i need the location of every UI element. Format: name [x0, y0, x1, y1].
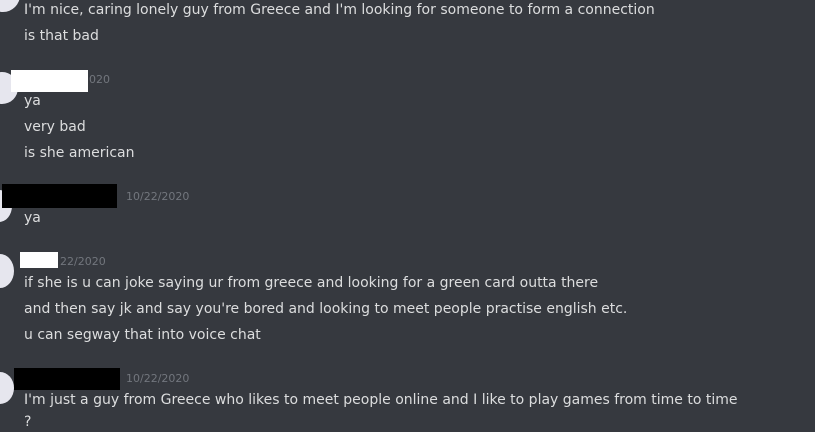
avatar[interactable]: [0, 372, 14, 404]
redacted-username: [2, 184, 117, 208]
message-line: very bad: [24, 119, 86, 135]
avatar[interactable]: [0, 0, 20, 12]
message-line: u can segway that into voice chat: [24, 327, 261, 343]
redacted-username: [14, 368, 120, 390]
message-timestamp: 10/22/2020: [126, 190, 190, 203]
message-timestamp: 10/22/2020: [126, 372, 190, 385]
redacted-username: [20, 252, 58, 268]
message-line: ya: [24, 210, 41, 226]
message-line: and then say jk and say you're bored and…: [24, 301, 628, 317]
message-line: if she is u can joke saying ur from gree…: [24, 275, 599, 291]
message-line: is she american: [24, 145, 135, 161]
message-timestamp: 020: [89, 73, 110, 86]
message-line: is that bad: [24, 28, 99, 44]
message-timestamp: 22/2020: [60, 255, 106, 268]
message-line: ya: [24, 93, 41, 109]
message-line: I'm just a guy from Greece who likes to …: [24, 392, 738, 408]
redacted-username: [11, 70, 88, 92]
avatar[interactable]: [0, 254, 14, 288]
message-line: ?: [24, 414, 32, 430]
message-line: I'm nice, caring lonely guy from Greece …: [24, 2, 655, 18]
